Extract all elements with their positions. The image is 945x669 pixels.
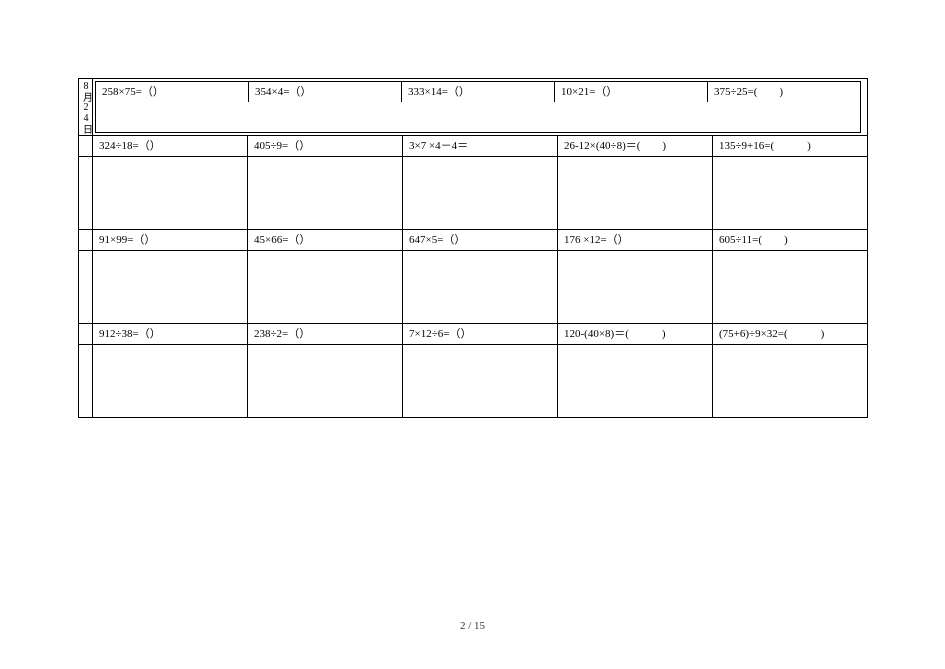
work-cell xyxy=(712,345,867,417)
equation-cell: 605÷11=( ) xyxy=(712,230,867,250)
work-cell xyxy=(93,345,247,417)
work-cell xyxy=(247,157,402,229)
work-cell xyxy=(557,345,712,417)
date-sidebar xyxy=(79,230,93,250)
equation-cell: 120-(40×8)＝( ) xyxy=(557,324,712,344)
date-sidebar xyxy=(79,157,93,229)
work-cell xyxy=(402,157,557,229)
work-cells xyxy=(93,345,867,417)
work-cell xyxy=(247,251,402,323)
equation-cell: 258×75=（） xyxy=(96,82,248,102)
worksheet-table: 8月24日 258×75=（） 354×4=（） 333×14=（） 10×21… xyxy=(78,78,868,418)
date-sidebar: 8月24日 xyxy=(79,79,93,135)
page-number: 2 / 15 xyxy=(0,620,945,632)
equation-cell: 10×21=（） xyxy=(554,82,707,102)
work-cell xyxy=(247,345,402,417)
equation-cell: 45×66=（） xyxy=(247,230,402,250)
work-cell xyxy=(93,157,247,229)
table-row: 8月24日 258×75=（） 354×4=（） 333×14=（） 10×21… xyxy=(79,79,867,135)
equation-cells: 324÷18=（） 405÷9=（） 3×7 ×4－4＝ 26-12×(40÷8… xyxy=(93,136,867,156)
work-cell xyxy=(402,251,557,323)
date-sidebar xyxy=(79,251,93,323)
work-cell xyxy=(712,251,867,323)
work-cell xyxy=(712,157,867,229)
equation-cell: 333×14=（） xyxy=(401,82,554,102)
equation-cells: 912÷38=（） 238÷2=（） 7×12÷6=（） 120-(40×8)＝… xyxy=(93,324,867,344)
equation-cells: 91×99=（） 45×66=（） 647×5=（） 176 ×12=（） 60… xyxy=(93,230,867,250)
date-sidebar xyxy=(79,345,93,417)
date-sidebar xyxy=(79,324,93,344)
equation-cells: 258×75=（） 354×4=（） 333×14=（） 10×21=（） 37… xyxy=(95,81,861,133)
table-row: 91×99=（） 45×66=（） 647×5=（） 176 ×12=（） 60… xyxy=(79,229,867,250)
equation-cell: 375÷25=( ) xyxy=(707,82,860,102)
work-cells xyxy=(93,157,867,229)
work-cell xyxy=(557,251,712,323)
equation-cell: 7×12÷6=（） xyxy=(402,324,557,344)
table-row xyxy=(79,250,867,323)
equation-cell: 176 ×12=（） xyxy=(557,230,712,250)
table-row xyxy=(79,156,867,229)
equation-cell: 324÷18=（） xyxy=(93,136,247,156)
equation-cell: 91×99=（） xyxy=(93,230,247,250)
date-label: 8月24日 xyxy=(80,81,91,134)
table-row xyxy=(79,344,867,417)
table-row: 324÷18=（） 405÷9=（） 3×7 ×4－4＝ 26-12×(40÷8… xyxy=(79,135,867,156)
equation-cell: 647×5=（） xyxy=(402,230,557,250)
equation-cell: 912÷38=（） xyxy=(93,324,247,344)
equation-cell: 3×7 ×4－4＝ xyxy=(402,136,557,156)
work-cell xyxy=(93,251,247,323)
work-cell xyxy=(557,157,712,229)
equation-cell: 354×4=（） xyxy=(248,82,401,102)
equation-cell: 405÷9=（） xyxy=(247,136,402,156)
work-cells xyxy=(93,251,867,323)
equation-cell: 26-12×(40÷8)＝( ) xyxy=(557,136,712,156)
work-cell xyxy=(402,345,557,417)
table-row: 912÷38=（） 238÷2=（） 7×12÷6=（） 120-(40×8)＝… xyxy=(79,323,867,344)
date-sidebar xyxy=(79,136,93,156)
equation-cell: (75+6)÷9×32=( ) xyxy=(712,324,867,344)
equation-cell: 135÷9+16=( ) xyxy=(712,136,867,156)
equation-cell: 238÷2=（） xyxy=(247,324,402,344)
